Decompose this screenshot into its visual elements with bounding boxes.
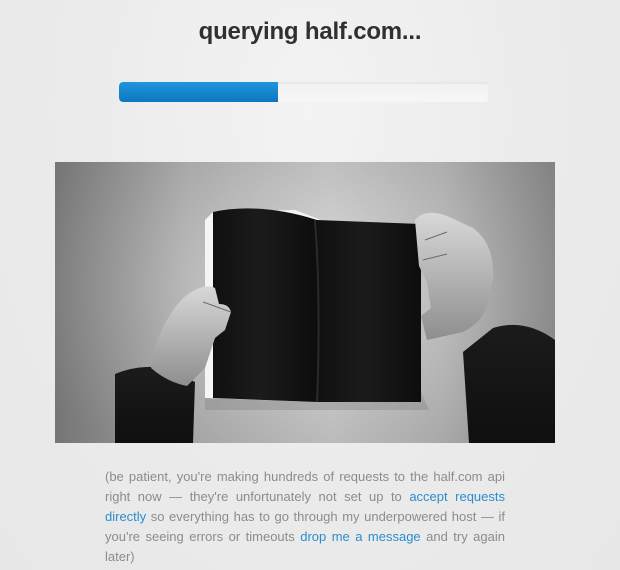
status-message: (be patient, you're making hundreds of r… bbox=[105, 467, 505, 567]
progress-bar bbox=[119, 82, 489, 102]
page-title: querying half.com... bbox=[198, 18, 422, 45]
book-photo-illustration bbox=[55, 162, 555, 443]
hero-photo bbox=[55, 162, 555, 443]
drop-message-link[interactable]: drop me a message bbox=[300, 529, 420, 544]
progress-fill bbox=[119, 82, 279, 102]
